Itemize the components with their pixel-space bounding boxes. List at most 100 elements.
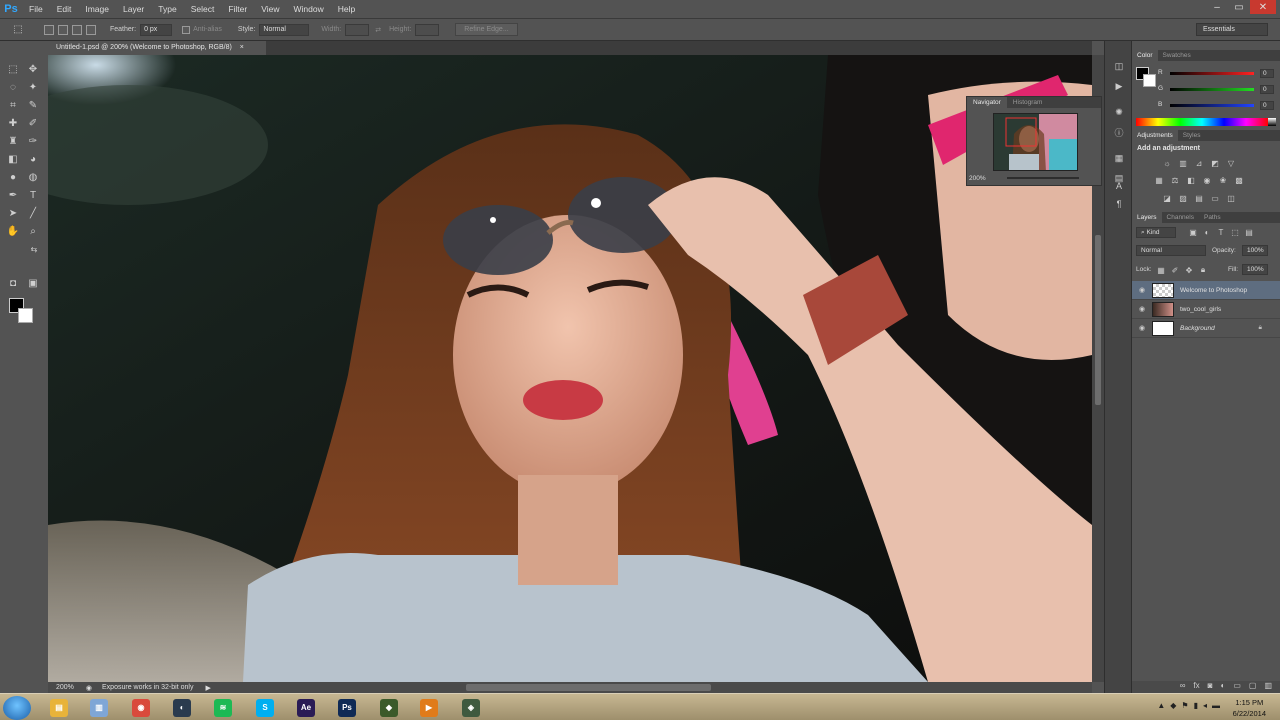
swap-icon[interactable]: ⇄ [375,26,381,34]
new-selection-icon[interactable] [44,24,54,35]
menu-layer[interactable]: Layer [116,0,151,19]
layer-style-icon[interactable]: fx [1193,681,1199,693]
clock[interactable]: 1:15 PM 6/22/2014 [1233,697,1266,719]
layer-row[interactable]: ◉ two_cool_girls [1132,300,1280,319]
link-layers-icon[interactable]: ∞ [1180,681,1186,693]
gradient-map-icon[interactable]: ▭ [1210,193,1220,203]
intersect-selection-icon[interactable] [86,24,96,35]
document-tab[interactable]: Untitled-1.psd @ 200% (Welcome to Photos… [48,41,266,55]
red-slider[interactable] [1170,72,1254,75]
tab-styles[interactable]: Styles [1178,130,1206,141]
color-balance-icon[interactable]: ⚖ [1170,175,1180,185]
tab-color[interactable]: Color [1132,50,1158,61]
navigator-zoom[interactable]: 200% [969,175,986,182]
menu-filter[interactable]: Filter [221,0,254,19]
style-select[interactable]: Normal [259,23,310,36]
dodge-tool-icon[interactable]: ◍ [25,169,41,185]
subtract-selection-icon[interactable] [72,24,82,35]
eye-icon[interactable]: ◉ [1132,305,1152,313]
taskbar-chrome-button[interactable]: ◉ [122,696,160,719]
taskbar-app-tool-button[interactable]: ◈ [452,696,490,719]
hand-tool-icon[interactable]: ✋ [5,223,21,239]
tray-app-icon[interactable]: ◆ [1170,701,1176,710]
clone-stamp-tool-icon[interactable]: ♜ [5,133,21,149]
eraser-tool-icon[interactable]: ◧ [5,151,21,167]
menu-image[interactable]: Image [78,0,116,19]
paragraph-icon[interactable]: ¶ [1111,197,1127,211]
actions-icon[interactable]: ▶ [1111,79,1127,93]
tab-layers[interactable]: Layers [1132,212,1162,223]
zoom-tool-icon[interactable]: ⌕ [25,223,41,239]
exposure-icon[interactable]: ◩ [1210,158,1220,168]
new-adjustment-icon[interactable]: ◐ [1220,681,1225,693]
layer-kind-filter[interactable]: ⌕ Kind [1136,227,1176,238]
eye-icon[interactable]: ◉ [1132,324,1152,332]
healing-brush-tool-icon[interactable]: ✚ [5,115,21,131]
restore-button[interactable]: ▭ [1228,0,1250,14]
document-canvas[interactable] [48,55,1092,682]
new-group-icon[interactable]: ▭ [1233,681,1241,693]
menu-select[interactable]: Select [184,0,222,19]
threshold-icon[interactable]: ▤ [1194,193,1204,203]
filter-shape-icon[interactable]: ⬚ [1230,227,1240,237]
workspace-select[interactable]: Essentials [1196,23,1268,36]
navigator-zoom-slider[interactable] [1007,177,1079,179]
menu-file[interactable]: File [22,0,50,19]
feather-input[interactable]: 0 px [140,23,173,36]
menu-type[interactable]: Type [151,0,183,19]
filter-adjustment-icon[interactable]: ◐ [1202,227,1212,237]
paint-bucket-tool-icon[interactable]: ◕ [25,151,41,167]
volume-icon[interactable]: ◂ [1203,701,1207,710]
close-button[interactable]: ✕ [1250,0,1276,14]
tray-arrow-icon[interactable]: ▲ [1157,701,1165,710]
menu-help[interactable]: Help [331,0,362,19]
add-selection-icon[interactable] [58,24,68,35]
antialias-checkbox[interactable] [182,25,191,34]
flag-icon[interactable]: ⚑ [1181,701,1188,710]
menu-window[interactable]: Window [286,0,330,19]
refine-edge-button[interactable]: Refine Edge... [455,23,518,36]
levels-icon[interactable]: ▥ [1178,158,1188,168]
curves-icon[interactable]: ⊿ [1194,158,1204,168]
width-input[interactable] [345,23,370,36]
color-spectrum[interactable] [1136,118,1268,126]
tab-adjustments[interactable]: Adjustments [1132,130,1178,141]
document-tab-close-icon[interactable]: × [240,44,244,51]
layer-mask-icon[interactable]: ◙ [1208,681,1213,693]
status-zoom[interactable]: 200% [56,684,74,691]
marquee-tool-icon[interactable]: ⬚ [5,61,21,77]
taskbar-app-green-button[interactable]: ◆ [370,696,408,719]
marquee-preset-icon[interactable]: ⬚ [10,22,26,38]
taskbar-skype-button[interactable]: S [246,696,284,719]
vibrance-icon[interactable]: ▽ [1226,158,1236,168]
tab-navigator[interactable]: Navigator [967,97,1007,108]
path-selection-tool-icon[interactable]: ➤ [5,205,21,221]
type-tool-icon[interactable]: T [25,187,41,203]
taskbar-steam-button[interactable]: ◐ [163,696,201,719]
lasso-tool-icon[interactable]: ◌ [5,79,21,95]
filter-pixel-icon[interactable]: ▣ [1188,227,1198,237]
navigator-icon[interactable]: ✺ [1111,105,1127,119]
color-lookup-icon[interactable]: ▩ [1234,175,1244,185]
layer-row[interactable]: ◉ Welcome to Photoshop [1132,281,1280,300]
lock-all-icon[interactable]: 🔒︎ [1198,265,1208,275]
invert-icon[interactable]: ◪ [1162,193,1172,203]
green-value[interactable]: 0 [1260,85,1274,94]
lock-pixels-icon[interactable]: ✐ [1170,265,1180,275]
menu-view[interactable]: View [254,0,286,19]
taskbar-spotify-button[interactable]: ≋ [204,696,242,719]
red-value[interactable]: 0 [1260,69,1274,78]
history-icon[interactable]: ◫ [1111,59,1127,73]
tab-histogram[interactable]: Histogram [1007,97,1049,108]
opacity-input[interactable]: 100% [1242,245,1268,256]
swap-colors-icon[interactable]: ⇆ [26,241,42,257]
crop-tool-icon[interactable]: ⌗ [5,97,21,113]
filter-type-icon[interactable]: T [1216,227,1226,237]
delete-layer-icon[interactable]: ▥ [1264,681,1272,693]
filter-smart-icon[interactable]: ▤ [1244,227,1254,237]
color-spectrum-bw[interactable] [1268,118,1276,126]
photo-filter-icon[interactable]: ◉ [1202,175,1212,185]
layer-row[interactable]: ◉ Background 🔒︎ [1132,319,1280,338]
vertical-scroll-thumb[interactable] [1095,235,1101,405]
pen-tool-icon[interactable]: ✒ [5,187,21,203]
